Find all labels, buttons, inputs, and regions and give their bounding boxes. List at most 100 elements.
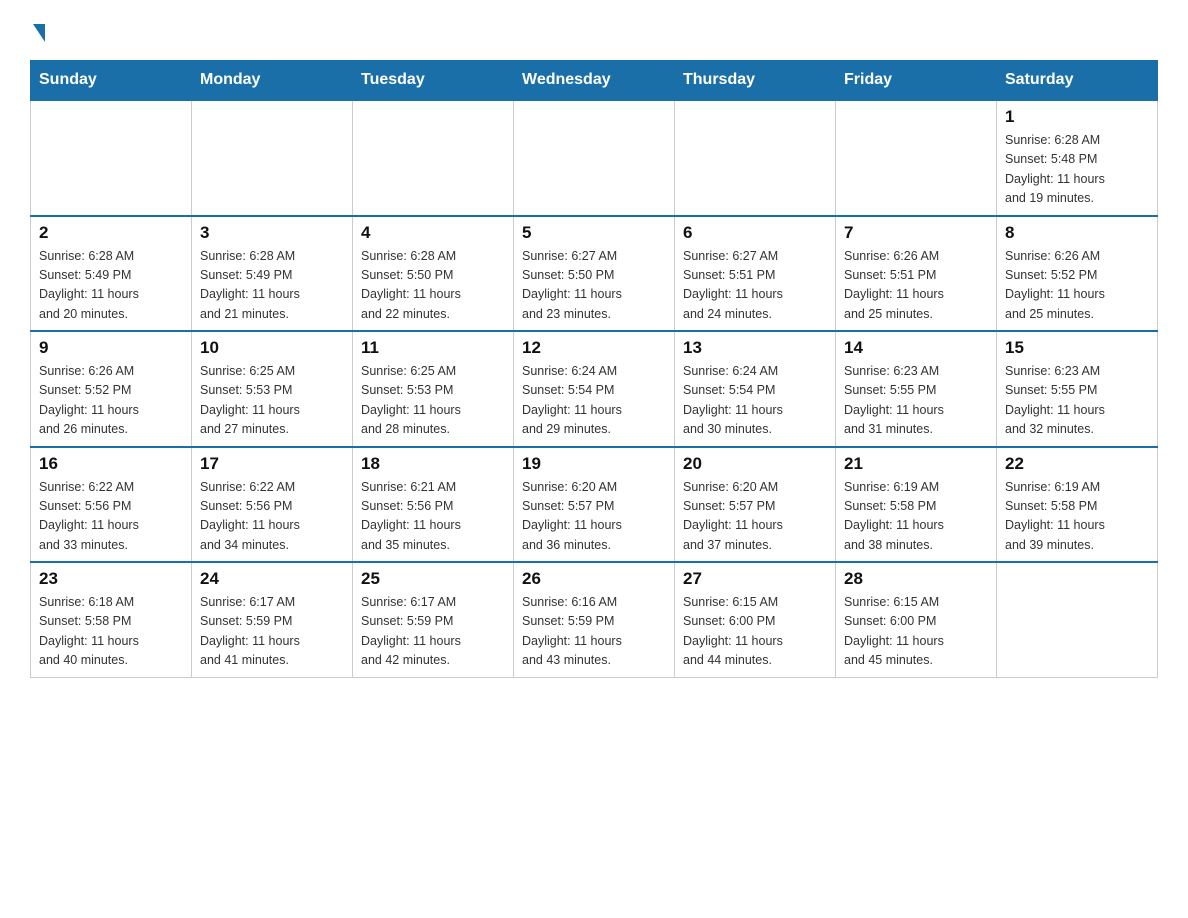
weekday-header-tuesday: Tuesday [353, 61, 514, 101]
calendar-cell: 13Sunrise: 6:24 AM Sunset: 5:54 PM Dayli… [675, 331, 836, 447]
day-info: Sunrise: 6:15 AM Sunset: 6:00 PM Dayligh… [683, 593, 827, 671]
day-number: 26 [522, 569, 666, 589]
calendar-cell: 20 Sunrise: 6:20 AM Sunset: 5:57 PM Dayli… [675, 447, 836, 563]
day-info: Sunrise: 6:17 AM Sunset: 5:59 PM Dayligh… [361, 593, 505, 671]
day-info: Sunrise: 6:20 AM Sunset: 5:57 PM Dayligh… [683, 478, 827, 556]
day-info: Sunrise: 6:22 AM Sunset: 5:56 PM Dayligh… [39, 478, 183, 556]
day-info: Sunrise: 6:25 AM Sunset: 5:53 PM Dayligh… [361, 362, 505, 440]
day-number: 15 [1005, 338, 1149, 358]
calendar-cell: 18 Sunrise: 6:21 AM Sunset: 5:56 PM Dayli… [353, 447, 514, 563]
weekday-header-sunday: Sunday [31, 61, 192, 101]
logo-top [30, 20, 45, 42]
week-row-3: 9Sunrise: 6:26 AM Sunset: 5:52 PM Daylig… [31, 331, 1158, 447]
day-number: 19 [522, 454, 666, 474]
day-info: Sunrise: 6:16 AM Sunset: 5:59 PM Dayligh… [522, 593, 666, 671]
calendar-cell [836, 100, 997, 216]
calendar-cell: 3 Sunrise: 6:28 AM Sunset: 5:49 PM Daylig… [192, 216, 353, 332]
calendar-cell [514, 100, 675, 216]
calendar-cell: 26 Sunrise: 6:16 AM Sunset: 5:59 PM Dayli… [514, 562, 675, 677]
day-info: Sunrise: 6:27 AM Sunset: 5:50 PM Dayligh… [522, 247, 666, 325]
week-row-5: 23 Sunrise: 6:18 AM Sunset: 5:58 PM Dayli… [31, 562, 1158, 677]
logo [30, 20, 45, 42]
calendar-cell: 21 Sunrise: 6:19 AM Sunset: 5:58 PM Dayli… [836, 447, 997, 563]
calendar-cell [675, 100, 836, 216]
calendar-table: SundayMondayTuesdayWednesdayThursdayFrid… [30, 60, 1158, 678]
day-number: 21 [844, 454, 988, 474]
weekday-header-friday: Friday [836, 61, 997, 101]
day-number: 17 [200, 454, 344, 474]
calendar-cell: 17 Sunrise: 6:22 AM Sunset: 5:56 PM Dayli… [192, 447, 353, 563]
calendar-cell: 23 Sunrise: 6:18 AM Sunset: 5:58 PM Dayli… [31, 562, 192, 677]
day-info: Sunrise: 6:23 AM Sunset: 5:55 PM Dayligh… [1005, 362, 1149, 440]
day-info: Sunrise: 6:28 AM Sunset: 5:50 PM Dayligh… [361, 247, 505, 325]
day-info: Sunrise: 6:21 AM Sunset: 5:56 PM Dayligh… [361, 478, 505, 556]
calendar-cell: 16 Sunrise: 6:22 AM Sunset: 5:56 PM Dayli… [31, 447, 192, 563]
day-number: 8 [1005, 223, 1149, 243]
day-number: 1 [1005, 107, 1149, 127]
calendar-cell [192, 100, 353, 216]
calendar-cell: 28 Sunrise: 6:15 AM Sunset: 6:00 PM Dayli… [836, 562, 997, 677]
logo-arrow-icon [33, 24, 45, 42]
calendar-cell: 22 Sunrise: 6:19 AM Sunset: 5:58 PM Dayli… [997, 447, 1158, 563]
day-info: Sunrise: 6:17 AM Sunset: 5:59 PM Dayligh… [200, 593, 344, 671]
day-info: Sunrise: 6:24 AM Sunset: 5:54 PM Dayligh… [683, 362, 827, 440]
calendar-cell: 11 Sunrise: 6:25 AM Sunset: 5:53 PM Dayli… [353, 331, 514, 447]
day-info: Sunrise: 6:25 AM Sunset: 5:53 PM Dayligh… [200, 362, 344, 440]
day-info: Sunrise: 6:15 AM Sunset: 6:00 PM Dayligh… [844, 593, 988, 671]
day-info: Sunrise: 6:26 AM Sunset: 5:52 PM Dayligh… [39, 362, 183, 440]
day-number: 3 [200, 223, 344, 243]
calendar-cell: 9Sunrise: 6:26 AM Sunset: 5:52 PM Daylig… [31, 331, 192, 447]
calendar-cell: 7 Sunrise: 6:26 AM Sunset: 5:51 PM Daylig… [836, 216, 997, 332]
day-info: Sunrise: 6:18 AM Sunset: 5:58 PM Dayligh… [39, 593, 183, 671]
day-info: Sunrise: 6:26 AM Sunset: 5:51 PM Dayligh… [844, 247, 988, 325]
week-row-4: 16 Sunrise: 6:22 AM Sunset: 5:56 PM Dayli… [31, 447, 1158, 563]
calendar-cell: 1 Sunrise: 6:28 AM Sunset: 5:48 PM Daylig… [997, 100, 1158, 216]
day-info: Sunrise: 6:19 AM Sunset: 5:58 PM Dayligh… [844, 478, 988, 556]
calendar-cell: 8 Sunrise: 6:26 AM Sunset: 5:52 PM Daylig… [997, 216, 1158, 332]
day-info: Sunrise: 6:28 AM Sunset: 5:48 PM Dayligh… [1005, 131, 1149, 209]
day-number: 24 [200, 569, 344, 589]
day-number: 6 [683, 223, 827, 243]
day-number: 22 [1005, 454, 1149, 474]
day-number: 23 [39, 569, 183, 589]
day-info: Sunrise: 6:27 AM Sunset: 5:51 PM Dayligh… [683, 247, 827, 325]
calendar-cell: 2 Sunrise: 6:28 AM Sunset: 5:49 PM Daylig… [31, 216, 192, 332]
weekday-header-saturday: Saturday [997, 61, 1158, 101]
page-header [30, 20, 1158, 42]
day-info: Sunrise: 6:23 AM Sunset: 5:55 PM Dayligh… [844, 362, 988, 440]
day-info: Sunrise: 6:24 AM Sunset: 5:54 PM Dayligh… [522, 362, 666, 440]
day-number: 18 [361, 454, 505, 474]
calendar-cell: 14 Sunrise: 6:23 AM Sunset: 5:55 PM Dayli… [836, 331, 997, 447]
day-number: 11 [361, 338, 505, 358]
calendar-cell: 25Sunrise: 6:17 AM Sunset: 5:59 PM Dayli… [353, 562, 514, 677]
day-number: 20 [683, 454, 827, 474]
day-info: Sunrise: 6:26 AM Sunset: 5:52 PM Dayligh… [1005, 247, 1149, 325]
day-info: Sunrise: 6:28 AM Sunset: 5:49 PM Dayligh… [39, 247, 183, 325]
day-number: 7 [844, 223, 988, 243]
day-number: 27 [683, 569, 827, 589]
day-number: 4 [361, 223, 505, 243]
day-number: 14 [844, 338, 988, 358]
weekday-header-monday: Monday [192, 61, 353, 101]
calendar-cell [353, 100, 514, 216]
calendar-cell: 6 Sunrise: 6:27 AM Sunset: 5:51 PM Daylig… [675, 216, 836, 332]
week-row-1: 1 Sunrise: 6:28 AM Sunset: 5:48 PM Daylig… [31, 100, 1158, 216]
day-info: Sunrise: 6:22 AM Sunset: 5:56 PM Dayligh… [200, 478, 344, 556]
calendar-cell: 27 Sunrise: 6:15 AM Sunset: 6:00 PM Dayli… [675, 562, 836, 677]
day-number: 28 [844, 569, 988, 589]
calendar-cell: 12Sunrise: 6:24 AM Sunset: 5:54 PM Dayli… [514, 331, 675, 447]
day-number: 5 [522, 223, 666, 243]
weekday-header-row: SundayMondayTuesdayWednesdayThursdayFrid… [31, 61, 1158, 101]
calendar-cell: 24 Sunrise: 6:17 AM Sunset: 5:59 PM Dayli… [192, 562, 353, 677]
day-number: 16 [39, 454, 183, 474]
day-info: Sunrise: 6:19 AM Sunset: 5:58 PM Dayligh… [1005, 478, 1149, 556]
weekday-header-wednesday: Wednesday [514, 61, 675, 101]
calendar-cell: 10Sunrise: 6:25 AM Sunset: 5:53 PM Dayli… [192, 331, 353, 447]
day-number: 2 [39, 223, 183, 243]
day-info: Sunrise: 6:28 AM Sunset: 5:49 PM Dayligh… [200, 247, 344, 325]
calendar-cell [997, 562, 1158, 677]
calendar-cell [31, 100, 192, 216]
weekday-header-thursday: Thursday [675, 61, 836, 101]
calendar-cell: 15 Sunrise: 6:23 AM Sunset: 5:55 PM Dayli… [997, 331, 1158, 447]
calendar-cell: 5 Sunrise: 6:27 AM Sunset: 5:50 PM Daylig… [514, 216, 675, 332]
